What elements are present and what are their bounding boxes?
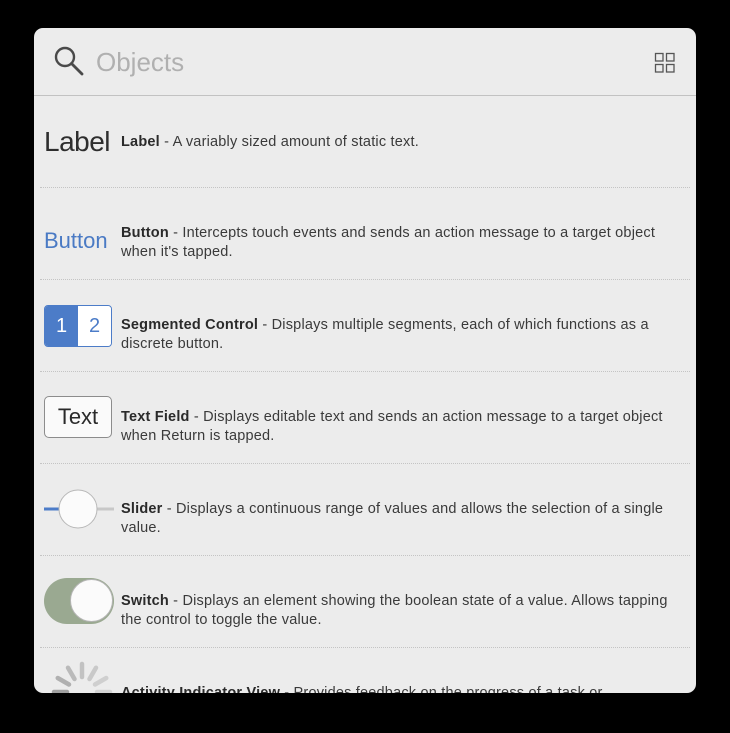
grid-view-icon[interactable] (654, 52, 676, 74)
label-thumbnail-text: Label (44, 126, 111, 157)
segment-1: 1 (45, 306, 78, 346)
list-item-switch[interactable]: Switch - Displays an element showing the… (40, 556, 690, 648)
search-icon (54, 46, 84, 76)
item-description: Label - A variably sized amount of stati… (121, 133, 681, 152)
list-item-text-field[interactable]: Text Text Field - Displays editable text… (40, 372, 690, 464)
label-thumbnail: Label (44, 96, 118, 187)
button-thumbnail-text: Button (44, 228, 108, 253)
item-separator: - (189, 409, 204, 425)
item-description-text: A variably sized amount of static text. (172, 134, 419, 150)
item-description: Slider - Displays a continuous range of … (121, 500, 681, 538)
item-title: Segmented Control (121, 317, 259, 333)
item-description-text: Displays a continuous range of values an… (121, 501, 664, 536)
activity-spinner-icon (51, 661, 113, 693)
slider-thumbnail (44, 464, 118, 555)
list-item-slider[interactable]: Slider - Displays a continuous range of … (40, 464, 690, 556)
switch-thumbnail (44, 556, 118, 647)
search-bar (34, 28, 696, 96)
item-separator: - (168, 593, 183, 609)
list-item-button[interactable]: Button Button - Intercepts touch events … (40, 188, 690, 280)
item-title: Switch (121, 593, 169, 609)
item-description: Activity Indicator View - Provides feedb… (121, 684, 681, 693)
object-library-panel: Label Label - A variably sized amount of… (34, 28, 696, 693)
item-separator: - (162, 501, 176, 517)
item-description-text: Intercepts touch events and sends an act… (121, 225, 656, 260)
item-separator: - (258, 317, 272, 333)
slider-preview-icon (44, 489, 114, 529)
item-separator: - (159, 134, 173, 150)
item-description: Text Field - Displays editable text and … (121, 408, 681, 446)
item-separator: - (280, 685, 294, 693)
search-input[interactable] (96, 42, 636, 82)
switch-knob (70, 579, 113, 622)
segment-2: 2 (78, 306, 111, 346)
text-field-thumbnail: Text (44, 372, 118, 463)
item-description-text: Displays an element showing the boolean … (121, 593, 668, 628)
button-thumbnail: Button (44, 188, 118, 279)
object-list: Label Label - A variably sized amount of… (34, 96, 696, 693)
item-title: Text Field (121, 409, 190, 425)
item-description: Button - Intercepts touch events and sen… (121, 224, 681, 262)
item-title: Activity Indicator View (121, 685, 281, 693)
segmented-control-thumbnail: 1 2 (44, 280, 118, 371)
text-field-preview: Text (44, 396, 112, 438)
item-title: Slider (121, 501, 163, 517)
list-item-activity-indicator-view[interactable]: Activity Indicator View - Provides feedb… (40, 648, 690, 693)
activity-indicator-thumbnail (44, 648, 118, 693)
item-title: Label (121, 134, 160, 150)
item-title: Button (121, 225, 169, 241)
item-description: Segmented Control - Displays multiple se… (121, 316, 681, 354)
item-description-text: Displays editable text and sends an acti… (121, 409, 663, 444)
item-separator: - (168, 225, 183, 241)
switch-preview-icon (44, 578, 114, 624)
list-item-segmented-control[interactable]: 1 2 Segmented Control - Displays multipl… (40, 280, 690, 372)
segmented-control-preview: 1 2 (44, 305, 112, 347)
list-item-label[interactable]: Label Label - A variably sized amount of… (40, 96, 690, 188)
item-description: Switch - Displays an element showing the… (121, 592, 681, 630)
item-description-text: Provides feedback on the progress of a t… (293, 685, 603, 693)
